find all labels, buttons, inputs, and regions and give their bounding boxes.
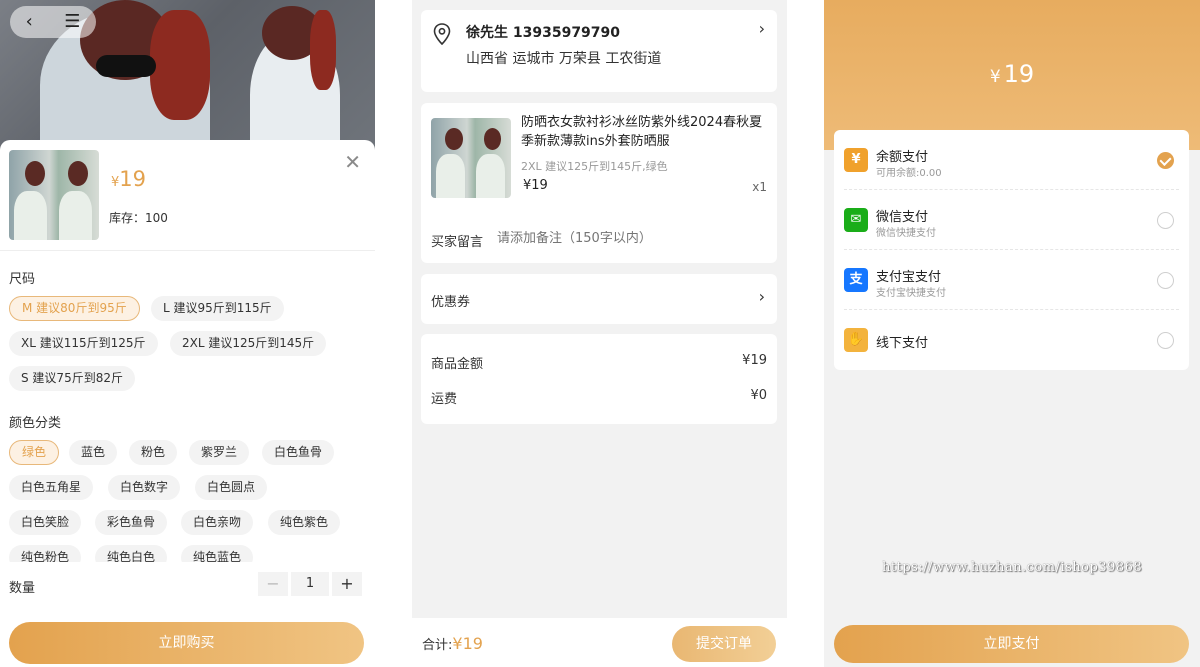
color-option[interactable]: 绿色 [9, 440, 60, 465]
stock-text: 库存：100 [109, 211, 168, 225]
color-option[interactable]: 纯色白色 [95, 545, 168, 562]
payment-amount: ¥19 [989, 60, 1035, 88]
color-option[interactable]: 白色鱼骨 [262, 440, 335, 465]
receiver-name-phone: 徐先生 13935979790 [466, 25, 621, 41]
address-card[interactable]: 徐先生 13935979790 山西省 运城市 万荣县 工农街道 › [421, 10, 777, 92]
size-option[interactable]: XL 建议115斤到125斤 [9, 331, 158, 356]
goods-quantity: x1 [752, 180, 767, 194]
divider [0, 250, 375, 251]
quantity-label: 数量 [9, 581, 36, 596]
pay-method-wechat[interactable]: ✉ 微信支付 微信快捷支付 [834, 190, 1189, 250]
size-title: 尺码 [9, 272, 36, 287]
color-option[interactable]: 紫罗兰 [189, 440, 250, 465]
sku-panel: ‹ ☰ ¥19 库存：100 ✕ 尺码 M 建议80斤到95斤 L 建议95斤到… [0, 0, 375, 667]
sku-sheet: ¥19 库存：100 ✕ 尺码 M 建议80斤到95斤 L 建议95斤到115斤… [0, 140, 375, 667]
size-option[interactable]: L 建议95斤到115斤 [151, 296, 284, 321]
goods-spec: 2XL 建议125斤到145斤,绿色 [521, 160, 668, 173]
offline-pay-icon: ✋ [844, 328, 868, 352]
chevron-left-icon[interactable]: ‹ [26, 13, 33, 31]
menu-icon[interactable]: ☰ [64, 13, 80, 31]
pay-method-balance[interactable]: ¥ 余额支付 可用余额:0.00 [834, 130, 1189, 190]
goods-price: ¥19 [523, 178, 548, 193]
close-icon[interactable]: ✕ [344, 150, 361, 174]
goods-title: 防晒衣女款衬衫冰丝防紫外线2024春秋夏季新款薄款ins外套防晒服 [521, 115, 763, 149]
size-option[interactable]: S 建议75斤到82斤 [9, 366, 135, 391]
shipping-value: ¥0 [750, 388, 767, 403]
receiver-address: 山西省 运城市 万荣县 工农街道 [466, 51, 662, 67]
goods-card: 防晒衣女款衬衫冰丝防紫外线2024春秋夏季新款薄款ins外套防晒服 2XL 建议… [421, 103, 777, 263]
coupon-row[interactable]: 优惠券 › [421, 274, 777, 324]
radio-unchecked[interactable] [1157, 212, 1174, 229]
color-option[interactable]: 白色五角星 [9, 475, 94, 500]
pay-method-alipay[interactable]: 支 支付宝支付 支付宝快捷支付 [834, 250, 1189, 310]
submit-order-button[interactable]: 提交订单 [672, 626, 776, 662]
color-option-list: 绿色 蓝色 粉色 紫罗兰 白色鱼骨 白色五角星 白色数字 白色圆点 白色笑脸 彩… [0, 436, 375, 562]
quantity-input[interactable]: 1 [291, 572, 329, 596]
radio-unchecked[interactable] [1157, 332, 1174, 349]
order-panel: 徐先生 13935979790 山西省 运城市 万荣县 工农街道 › 防晒衣女款… [412, 0, 787, 667]
remark-input[interactable] [497, 231, 767, 246]
color-option[interactable]: 彩色鱼骨 [95, 510, 168, 535]
color-option[interactable]: 粉色 [129, 440, 178, 465]
size-option[interactable]: 2XL 建议125斤到145斤 [170, 331, 327, 356]
sku-price: ¥19 [111, 167, 147, 191]
radio-unchecked[interactable] [1157, 272, 1174, 289]
size-option[interactable]: M 建议80斤到95斤 [9, 296, 140, 321]
product-hero-image: ‹ ☰ [0, 0, 375, 150]
color-option[interactable]: 纯色蓝色 [181, 545, 254, 562]
goods-thumbnail [431, 118, 511, 198]
shipping-label: 运费 [431, 392, 458, 407]
payment-method-list: ¥ 余额支付 可用余额:0.00 ✉ 微信支付 微信快捷支付 支 支付宝支付 支… [834, 130, 1189, 370]
pay-method-offline[interactable]: ✋ 线下支付 [834, 310, 1189, 370]
color-option[interactable]: 白色圆点 [195, 475, 268, 500]
alipay-icon: 支 [844, 268, 868, 292]
amount-card: 商品金额 ¥19 运费 ¥0 [421, 334, 777, 424]
chevron-right-icon: › [758, 19, 765, 38]
quantity-stepper: − 1 + [258, 572, 362, 596]
nav-capsule: ‹ ☰ [10, 6, 96, 38]
pay-now-button[interactable]: 立即支付 [834, 625, 1189, 663]
payment-panel: ¥19 ¥ 余额支付 可用余额:0.00 ✉ 微信支付 微信快捷支付 支 支付宝… [824, 0, 1200, 667]
total-price: 合计:¥19 [422, 634, 483, 653]
radio-checked[interactable] [1157, 152, 1174, 169]
coupon-label: 优惠券 [431, 295, 471, 310]
product-thumbnail [9, 150, 99, 240]
balance-icon: ¥ [844, 148, 868, 172]
goods-amount-label: 商品金额 [431, 357, 484, 372]
color-title: 颜色分类 [9, 416, 62, 431]
location-pin-icon [433, 23, 451, 45]
remark-label: 买家留言 [431, 235, 484, 250]
plus-button[interactable]: + [332, 572, 362, 596]
color-option[interactable]: 白色数字 [108, 475, 181, 500]
color-option[interactable]: 纯色紫色 [268, 510, 341, 535]
goods-amount-value: ¥19 [742, 353, 767, 368]
buy-now-button[interactable]: 立即购买 [9, 622, 364, 664]
color-option[interactable]: 白色笑脸 [9, 510, 82, 535]
color-option[interactable]: 蓝色 [69, 440, 118, 465]
order-bottom-bar: 合计:¥19 提交订单 [412, 618, 787, 667]
wechat-icon: ✉ [844, 208, 868, 232]
color-option[interactable]: 纯色粉色 [9, 545, 82, 562]
chevron-right-icon: › [758, 287, 765, 306]
minus-button[interactable]: − [258, 572, 288, 596]
color-option[interactable]: 白色亲吻 [181, 510, 254, 535]
watermark-text: https://www.huzhan.com/ishop39868 [882, 560, 1143, 575]
